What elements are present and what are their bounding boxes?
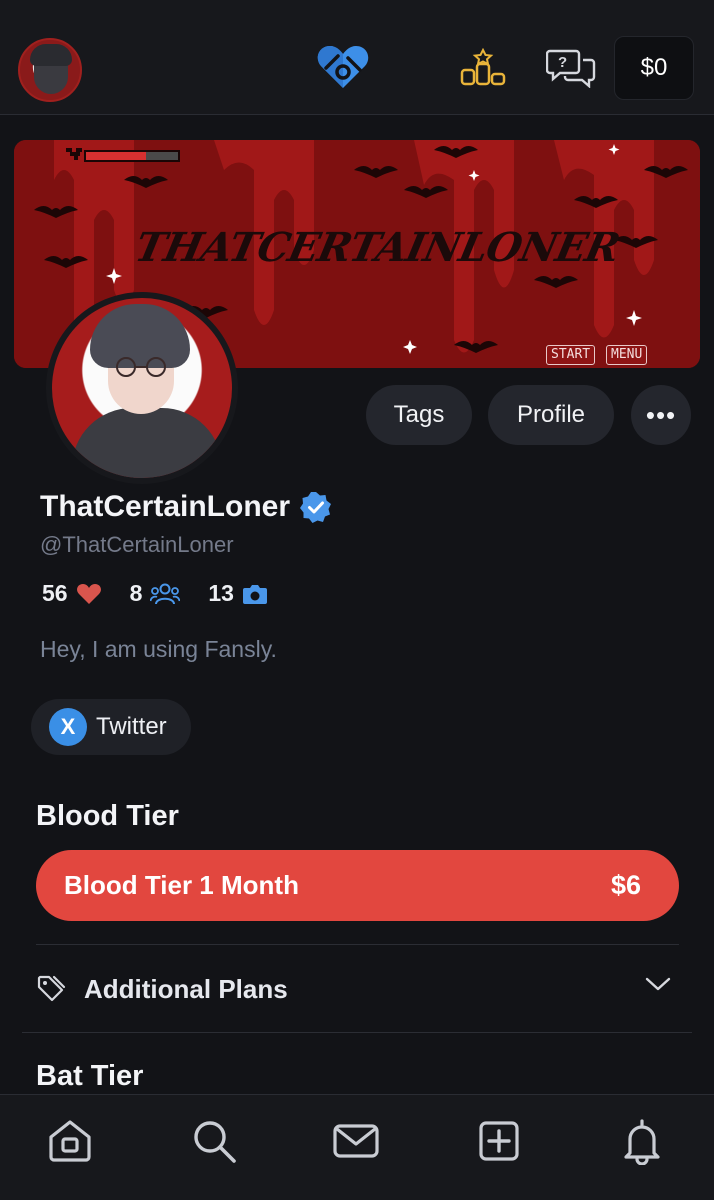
media-stat: 13 [208,580,268,607]
verified-badge-icon [300,492,332,523]
camera-icon [242,584,267,604]
wallet-balance-button[interactable]: $0 [614,36,694,100]
leaderboard-icon[interactable] [458,48,508,88]
divider [36,944,679,945]
chevron-down-icon [645,977,671,991]
fansly-logo-icon[interactable] [316,44,370,90]
banner-start-label: START [546,345,596,365]
profile-bio: Hey, I am using Fansly. [40,636,277,662]
display-name: ThatCertainLoner [40,490,291,523]
user-avatar[interactable] [18,38,82,102]
chat-help-icon[interactable]: ? [546,48,596,88]
heart-icon [76,583,101,604]
bottom-navigation [0,1094,714,1200]
blood-tier-button-label: Blood Tier 1 Month [64,870,299,900]
profile-handle: @ThatCertainLoner [40,532,234,557]
likes-stat: 56 [42,580,102,607]
followers-icon [150,583,181,604]
notifications-icon[interactable] [618,1117,666,1165]
followers-stat: 8 [130,580,181,607]
avatar-hair [30,44,72,66]
tags-button[interactable]: Tags [366,385,472,445]
twitter-label: Twitter [96,713,167,740]
blood-tier-subscribe-button[interactable]: Blood Tier 1 Month $6 [36,850,679,921]
profile-stats: 56 8 13 [42,580,296,607]
blood-tier-price: $6 [610,870,641,900]
tag-icon [37,975,66,1002]
home-icon[interactable] [46,1117,94,1165]
name-row: ThatCertainLoner [40,490,332,524]
search-icon[interactable] [190,1117,238,1165]
followers-count: 8 [129,580,143,606]
profile-button[interactable]: Profile [488,385,614,445]
more-options-button[interactable]: ••• [631,385,691,445]
banner-title: THATCERTAINLONER [131,224,624,271]
media-count: 13 [208,580,234,606]
create-post-icon[interactable] [475,1117,523,1165]
messages-icon[interactable] [332,1117,380,1165]
blood-tier-title: Blood Tier [36,800,179,832]
twitter-link[interactable]: X Twitter [31,699,191,755]
additional-plans-label: Additional Plans [84,973,288,1004]
top-bar: ? $0 [0,0,714,115]
divider [22,1032,692,1033]
additional-plans-toggle[interactable]: Additional Plans [36,958,679,1020]
bat-tier-title: Bat Tier [36,1060,144,1092]
likes-count: 56 [42,580,68,606]
svg-text:?: ? [558,54,567,71]
x-logo-icon: X [49,708,87,746]
avatar-glasses [116,357,166,377]
avatar-body [72,408,222,478]
profile-avatar[interactable] [46,292,238,484]
profile-avatar-image [52,298,232,478]
banner-menu-label: MENU [606,345,648,365]
